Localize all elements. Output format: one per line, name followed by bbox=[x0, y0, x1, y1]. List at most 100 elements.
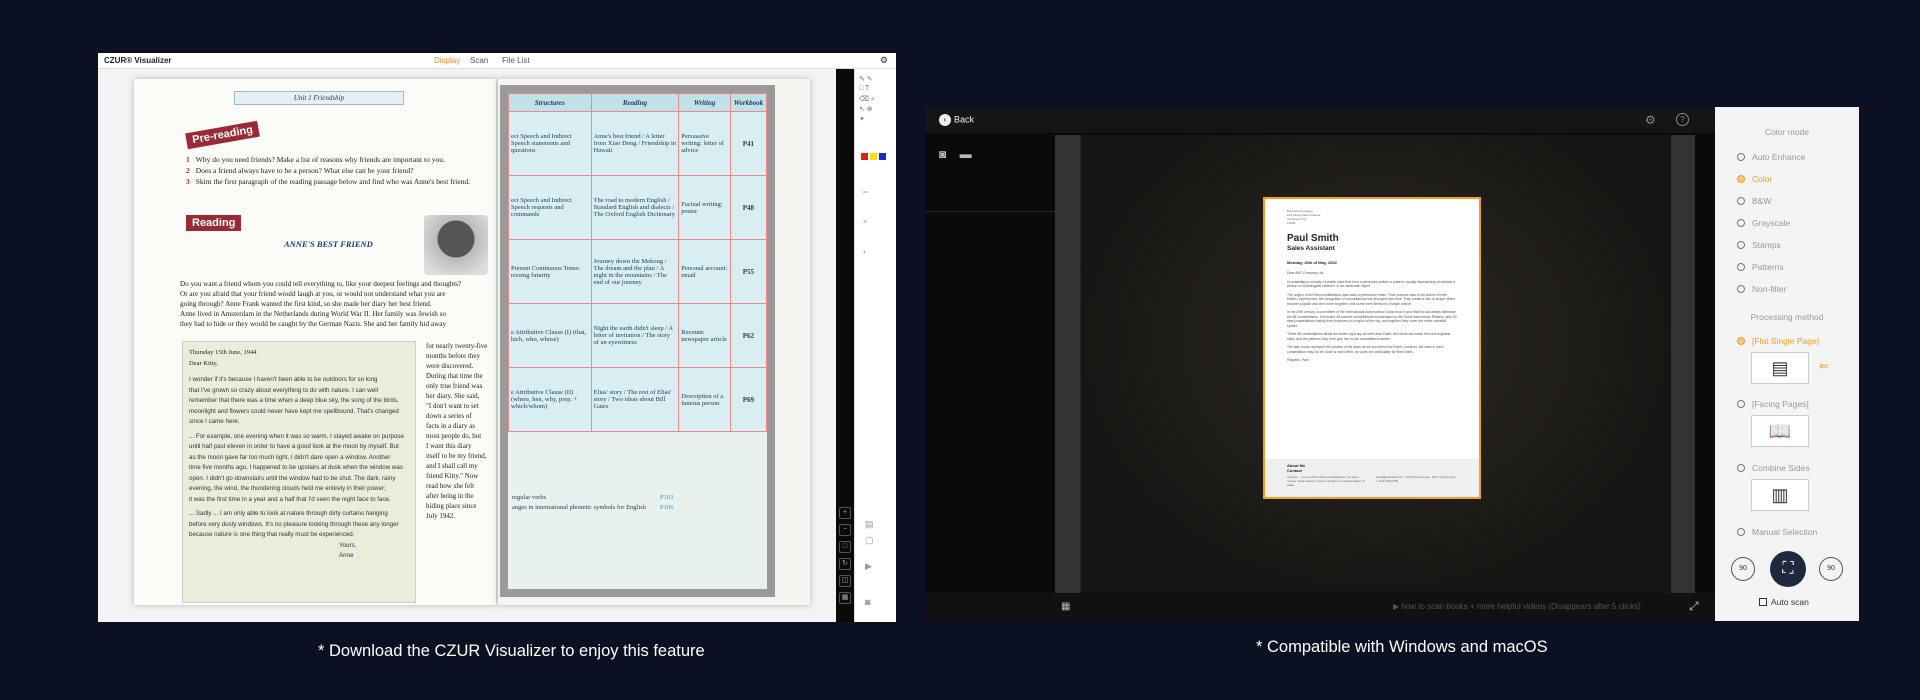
visualizer-window: CZUR® Visualizer Display Scan File List … bbox=[98, 53, 896, 622]
radio-selected-icon bbox=[1737, 175, 1745, 183]
right-caption: * Compatible with Windows and macOS bbox=[1256, 638, 1548, 656]
contents-table: Structures Reading Writing Workbook ect … bbox=[508, 93, 767, 432]
checkbox-icon bbox=[1759, 598, 1767, 606]
left-caption: * Download the CZUR Visualizer to enjoy … bbox=[318, 642, 705, 660]
settings-gear-icon[interactable]: ⚙ bbox=[1645, 113, 1656, 127]
anne-frank-photo bbox=[424, 215, 488, 275]
option-auto-enhance[interactable]: Auto Enhance bbox=[1737, 152, 1805, 162]
color-swatch-red[interactable] bbox=[861, 153, 868, 160]
capture-tools: ◙ ▬ bbox=[939, 147, 982, 161]
pointer-icon[interactable]: ↖ ⊕ bbox=[859, 105, 875, 115]
document-address: Business Company 123 Street Name Avenue … bbox=[1287, 209, 1321, 225]
pre-reading-banner: Pre-reading bbox=[185, 120, 260, 150]
radio-icon bbox=[1737, 219, 1745, 227]
option-flat-single-page[interactable]: [Flat Single Page] bbox=[1737, 336, 1819, 346]
diary-excerpt: Thursday 15th June, 1944 Dear Kitty, I w… bbox=[182, 341, 416, 603]
toggle-icon[interactable]: ◐ bbox=[863, 249, 867, 256]
option-grayscale[interactable]: Grayscale bbox=[1737, 218, 1790, 228]
scanner-bottom-bar: ▦ ▶ how to scan books + more helpful vid… bbox=[925, 593, 1715, 621]
visualizer-side-strip: + − □ ↻ ◫ ▦ bbox=[836, 69, 854, 622]
table-row: ect Speech and Indirect Speech requests … bbox=[508, 175, 767, 240]
table-row: Present Continuous Tense: ressing futuri… bbox=[508, 239, 767, 304]
color-swatch-yellow[interactable] bbox=[870, 153, 877, 160]
settings-gear-icon[interactable]: ⚙ bbox=[880, 55, 888, 66]
radio-icon bbox=[1737, 464, 1745, 472]
reading-banner: Reading bbox=[186, 215, 242, 231]
combine-sides-icon[interactable]: ▥ bbox=[1751, 479, 1809, 511]
video-icon[interactable]: ▶ bbox=[865, 561, 872, 572]
help-video-tip[interactable]: ▶ how to scan books + more helpful video… bbox=[1393, 602, 1641, 611]
layout-icon[interactable]: ▤ bbox=[865, 519, 874, 530]
option-stamps[interactable]: Stamps bbox=[1737, 240, 1781, 250]
visualizer-titlebar: CZUR® Visualizer Display Scan File List … bbox=[98, 53, 896, 69]
question-2: 2 Does a friend always have to be a perso… bbox=[186, 166, 414, 175]
rotate-left-icon[interactable]: 90 bbox=[1731, 557, 1755, 581]
option-combine-sides[interactable]: Combine Sides bbox=[1737, 463, 1810, 473]
fullscreen-icon[interactable]: ⤢ bbox=[1689, 599, 1699, 614]
unit-title: Unit 1 Friendship bbox=[234, 91, 404, 105]
eraser-icon[interactable]: ⌫ ⌕ bbox=[859, 95, 875, 105]
color-swatch-blue[interactable] bbox=[879, 153, 886, 160]
document-body: Dear ABC Company Ltd, A constellation co… bbox=[1287, 271, 1457, 362]
back-arrow-icon: ‹ bbox=[939, 114, 951, 126]
camera-icon[interactable]: ◙ bbox=[939, 147, 946, 161]
tab-file-list[interactable]: File List bbox=[502, 56, 530, 65]
option-non-filter[interactable]: Non-filter bbox=[1737, 284, 1786, 294]
rotate-right-icon[interactable]: 90 bbox=[1819, 557, 1843, 581]
camera-icon[interactable]: ◙ bbox=[865, 597, 870, 607]
radio-icon bbox=[1737, 153, 1745, 161]
scanner-header: ‹ Back ⚙ ? bbox=[925, 107, 1715, 133]
contents-footer: regular verbs P103 anges in international… bbox=[512, 494, 674, 511]
split-icon[interactable]: ◫ bbox=[839, 575, 851, 587]
shape-icon[interactable]: □ T bbox=[859, 85, 875, 95]
question-1: 1 Why do you need friends? Make a list of… bbox=[186, 155, 445, 164]
contents-worksheet: Structures Reading Writing Workbook ect … bbox=[500, 85, 775, 597]
open-book-icon[interactable]: 📖 bbox=[1751, 415, 1809, 447]
option-bw[interactable]: B&W bbox=[1737, 196, 1771, 206]
rotate-icon[interactable]: ↻ bbox=[839, 558, 851, 570]
help-icon[interactable]: ? bbox=[1676, 113, 1689, 126]
tab-scan[interactable]: Scan bbox=[470, 56, 488, 65]
document-role: Sales Assistant bbox=[1287, 245, 1335, 252]
fit-icon[interactable]: □ bbox=[839, 541, 851, 553]
radio-icon bbox=[1737, 197, 1745, 205]
option-patterns[interactable]: Patterns bbox=[1737, 262, 1784, 272]
scan-button[interactable]: ⛶ bbox=[1770, 551, 1806, 587]
back-button[interactable]: ‹ Back bbox=[939, 114, 974, 126]
pen-icon[interactable]: ✎ ✎ bbox=[859, 75, 875, 85]
table-row: e Attributive Clause (II) (where, hen, w… bbox=[508, 367, 767, 432]
highlight-icon[interactable]: ✦ bbox=[859, 115, 875, 125]
zoom-out-icon[interactable]: − bbox=[839, 524, 851, 536]
page-icon[interactable]: ▢ bbox=[865, 535, 874, 546]
color-palette bbox=[861, 153, 886, 160]
tab-display[interactable]: Display bbox=[434, 56, 460, 65]
question-3: 3 Skim the first paragraph of the reading… bbox=[186, 177, 470, 186]
auto-scan-checkbox[interactable]: Auto scan bbox=[1759, 597, 1809, 607]
intro-paragraph: Do you want a friend whom you could tell… bbox=[180, 280, 462, 328]
option-manual-selection[interactable]: Manual Selection bbox=[1737, 527, 1817, 537]
story-title: ANNE'S BEST FRIEND bbox=[284, 239, 373, 249]
flat-page-icon[interactable]: ▤ bbox=[1751, 352, 1809, 384]
scanner-window: ‹ Back ⚙ ? ◙ ▬ Business Company 123 Stree… bbox=[925, 107, 1859, 621]
table-row: ect Speech and Indirect Speech statement… bbox=[508, 111, 767, 176]
table-row: e Attributive Clause (I) (that, hich, wh… bbox=[508, 303, 767, 368]
scanned-document[interactable]: Business Company 123 Street Name Avenue … bbox=[1263, 197, 1481, 499]
zoom-in-icon[interactable]: + bbox=[839, 507, 851, 519]
document-name: Paul Smith bbox=[1287, 233, 1339, 244]
radio-icon bbox=[1737, 400, 1745, 408]
folder-icon[interactable]: ▬ bbox=[960, 147, 972, 161]
option-color[interactable]: Color bbox=[1737, 174, 1772, 184]
book-left-page: Unit 1 Friendship Pre-reading 1 Why do yo… bbox=[134, 79, 496, 605]
settings-panel: Color mode Auto Enhance Color B&W Graysc… bbox=[1715, 107, 1859, 621]
option-facing-pages[interactable]: [Facing Pages] bbox=[1737, 399, 1809, 409]
grid-icon[interactable]: ▦ bbox=[839, 592, 851, 604]
brush-size-icon[interactable]: ≡ bbox=[863, 219, 867, 226]
qr-code-icon[interactable]: ▦ bbox=[1061, 601, 1070, 612]
radio-selected-icon bbox=[1737, 337, 1745, 345]
line-width-icon[interactable]: ═ bbox=[863, 189, 868, 196]
book-display: Unit 1 Friendship Pre-reading 1 Why do yo… bbox=[98, 69, 836, 622]
selected-arrow-icon: ⇐ bbox=[1819, 359, 1830, 373]
app-title: CZUR® Visualizer bbox=[104, 56, 172, 65]
radio-icon bbox=[1737, 241, 1745, 249]
document-date: Monday, 15th of May, 2022 bbox=[1287, 260, 1337, 265]
